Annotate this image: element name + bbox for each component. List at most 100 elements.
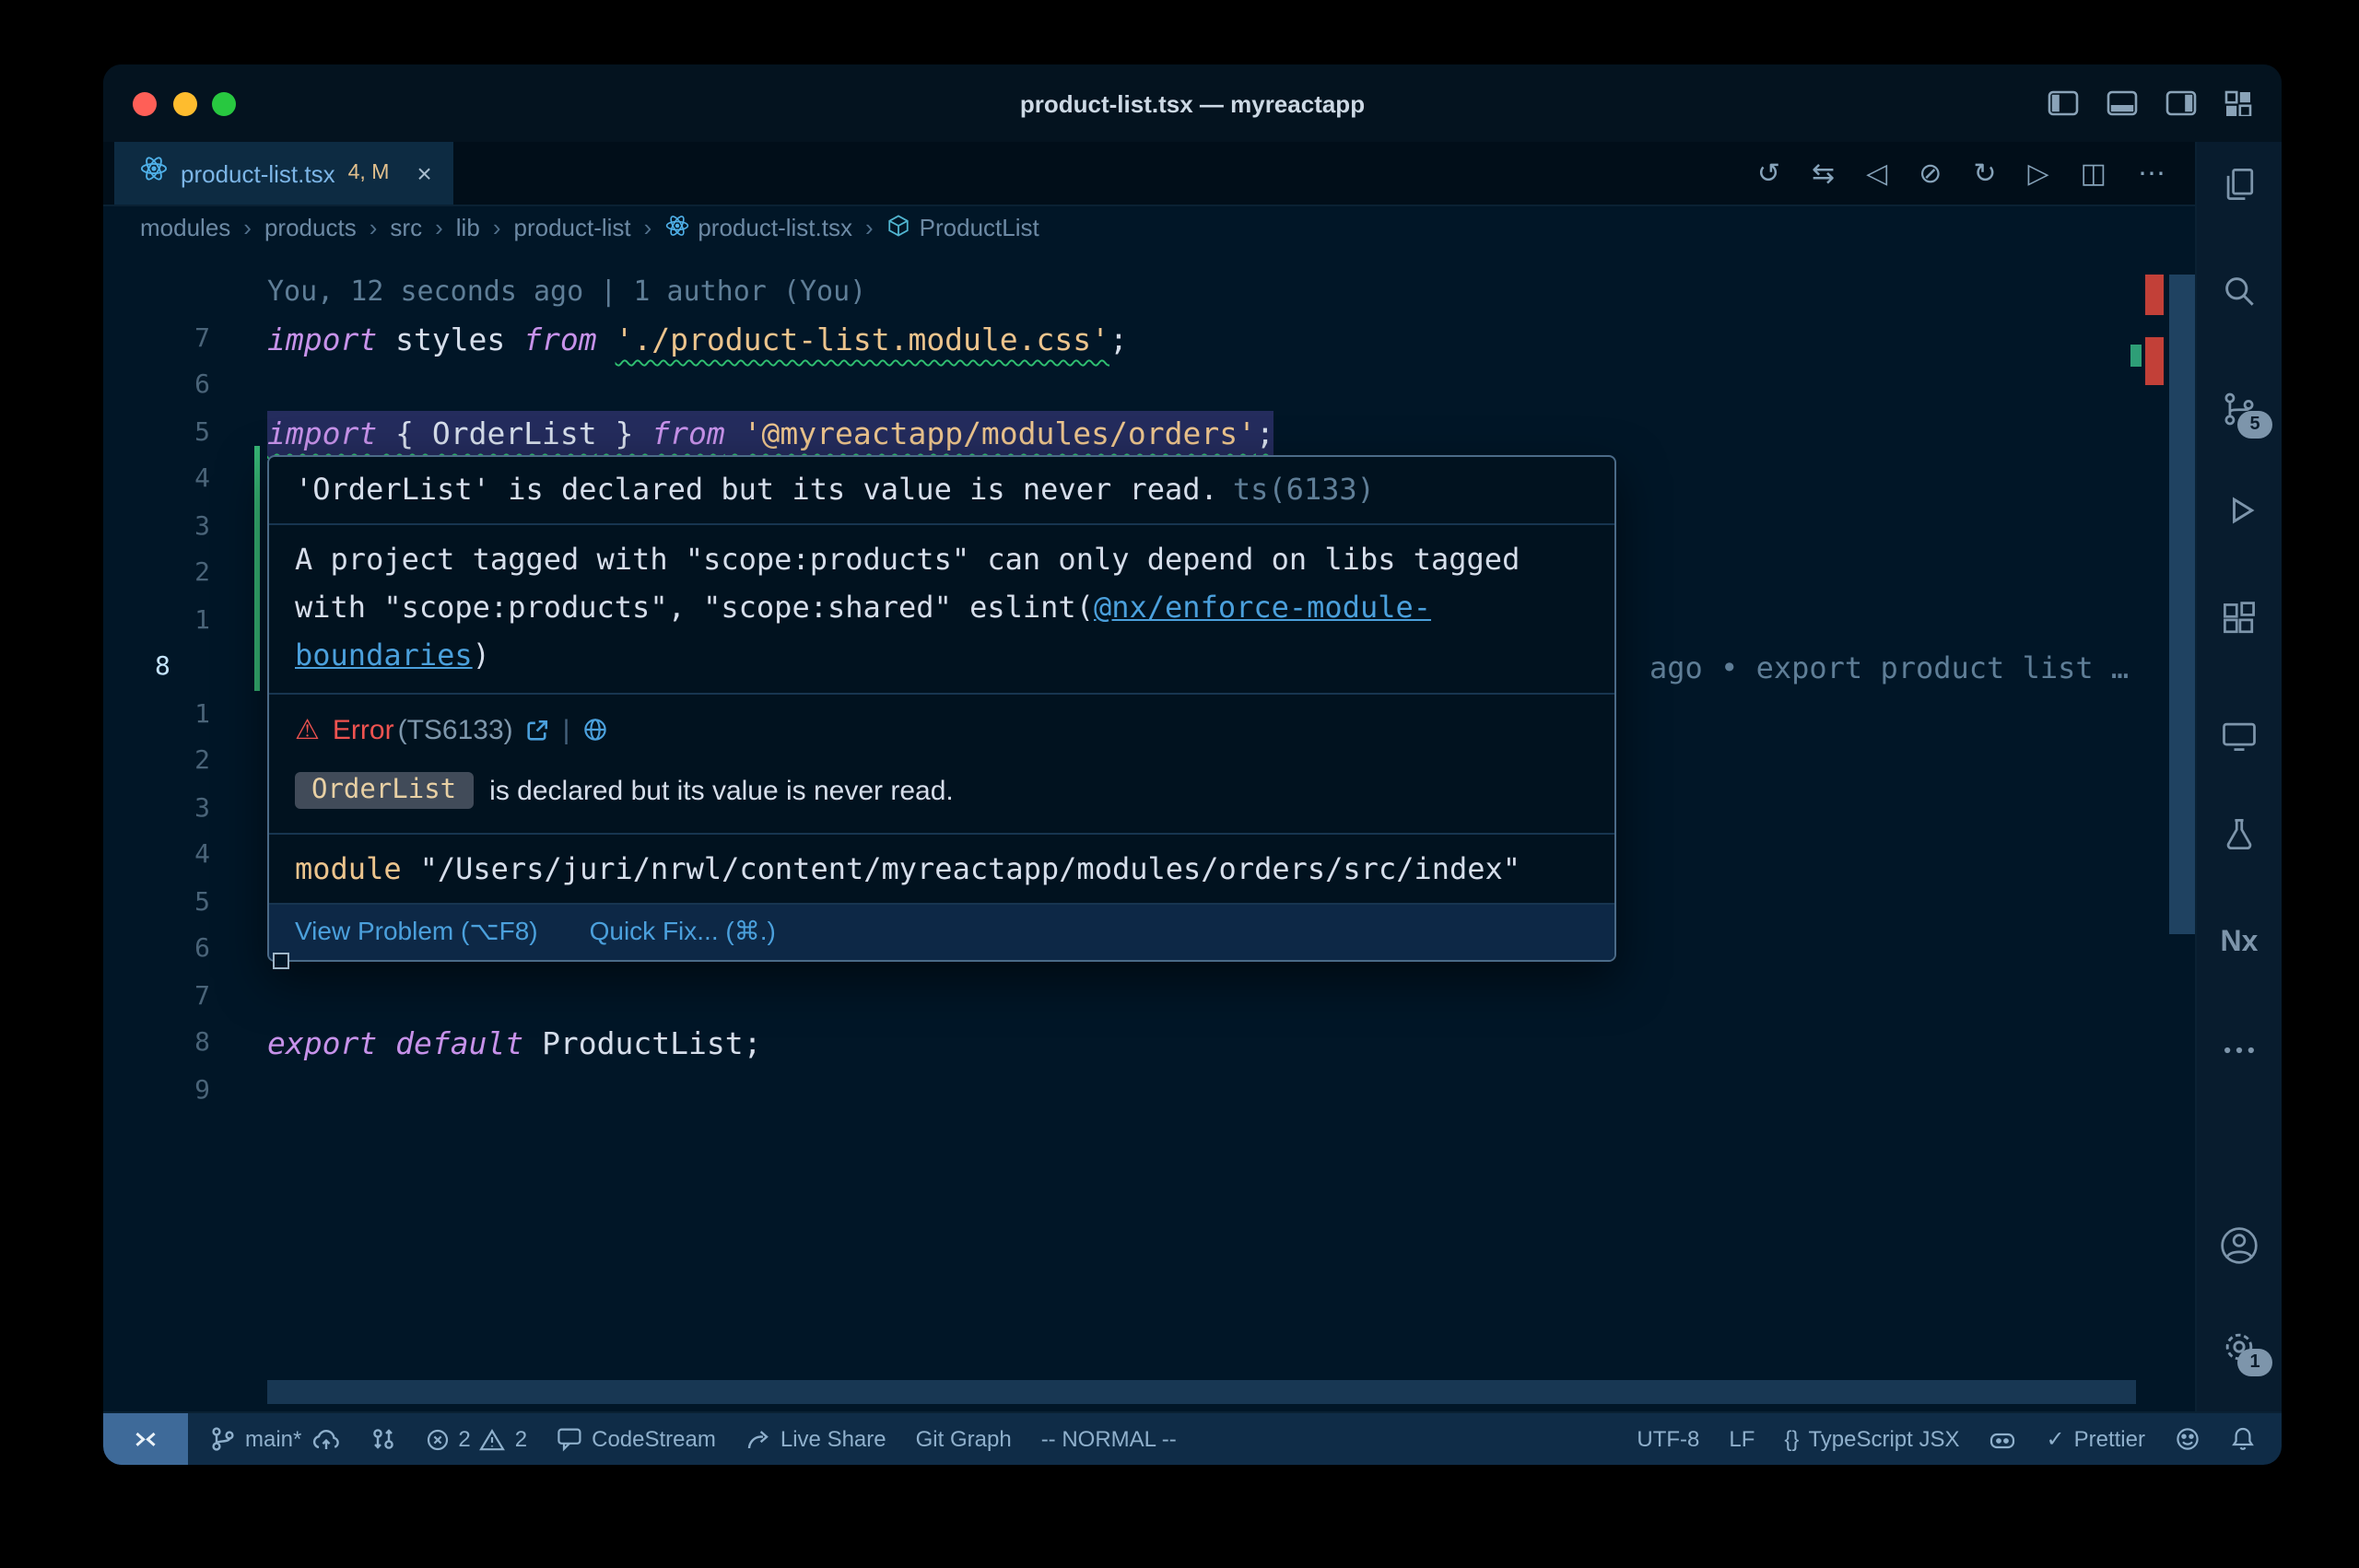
eol-label: LF (1729, 1426, 1755, 1452)
breadcrumb-item-modules[interactable]: modules (140, 214, 230, 241)
ruler-change-mark (2130, 345, 2142, 367)
code-content: export default ProductList; (267, 1021, 762, 1068)
previous-change-button[interactable]: ◁ (1866, 159, 1887, 187)
sync-changes-button[interactable]: ↻ (1973, 159, 1996, 187)
git-graph-item[interactable]: Git Graph (916, 1426, 1012, 1452)
tab-product-list[interactable]: product-list.tsx 4, M × (114, 142, 454, 205)
notifications-button[interactable] (2230, 1426, 2256, 1452)
tab-problems-badge: 4, M (348, 162, 390, 184)
breadcrumb-item-products[interactable]: products (264, 214, 357, 241)
traffic-close-button[interactable] (133, 91, 157, 115)
explorer-button[interactable] (2219, 164, 2259, 205)
breadcrumb-item-product-list[interactable]: product-list (514, 214, 631, 241)
split-editor-button[interactable]: ◫ (2081, 159, 2107, 187)
blame-row[interactable]: You, 12 seconds ago | 1 author (You) (103, 269, 2195, 316)
desktop: product-list.tsx — myreactapp product-li… (0, 0, 2359, 1568)
line-number: 1 (129, 692, 210, 739)
discard-changes-button[interactable]: ⊘ (1919, 159, 1942, 187)
breadcrumb-separator: › (865, 214, 874, 241)
breadcrumb-separator: › (644, 214, 652, 241)
settings-button[interactable]: 1 (2219, 1327, 2259, 1367)
breadcrumb-item-symbol[interactable]: ProductList (886, 213, 1039, 242)
remote-indicator[interactable] (103, 1413, 188, 1465)
live-share-icon (745, 1426, 771, 1452)
codestream-comment-icon (557, 1426, 582, 1452)
code-line[interactable]: 8export default ProductList; (103, 1021, 2195, 1068)
codestream-item[interactable]: CodeStream (557, 1426, 716, 1452)
copilot-button[interactable] (1989, 1427, 2017, 1451)
layout-panel-icon[interactable] (2107, 90, 2138, 116)
search-button[interactable] (2219, 271, 2259, 311)
popup-resize-handle[interactable] (273, 953, 289, 969)
breadcrumb-separator: › (493, 214, 501, 241)
diagnostic-code: ts(6133) (1233, 472, 1375, 507)
breadcrumb-item-lib[interactable]: lib (456, 214, 480, 241)
feedback-button[interactable] (2175, 1426, 2201, 1452)
nx-console-button[interactable]: Nx (2221, 927, 2259, 960)
language-item[interactable]: {} TypeScript JSX (1784, 1426, 1959, 1452)
tab-label: product-list.tsx (181, 159, 335, 187)
traffic-zoom-button[interactable] (212, 91, 236, 115)
warnings-count: 2 (515, 1426, 527, 1452)
breadcrumb-item-file[interactable]: product-list.tsx (664, 213, 852, 242)
source-control-button[interactable]: 5 (2219, 389, 2259, 429)
prettier-item[interactable]: ✓ Prettier (2047, 1426, 2146, 1452)
view-problem-link[interactable]: View Problem (⌥F8) (295, 916, 538, 947)
code-line[interactable]: 6 (103, 363, 2195, 410)
problems-item[interactable]: 2 2 (425, 1426, 527, 1452)
account-button[interactable] (2219, 1225, 2259, 1266)
symbol-chip: OrderList (295, 772, 473, 809)
check-icon: ✓ (2047, 1426, 2065, 1452)
language-label: TypeScript JSX (1808, 1426, 1959, 1452)
encoding-item[interactable]: UTF-8 (1637, 1426, 1699, 1452)
diagnostic-message: 'OrderList' is declared but its value is… (295, 472, 1218, 507)
code-content: import styles from './product-list.modul… (267, 316, 1128, 363)
run-file-button[interactable]: ▷ (2028, 159, 2049, 187)
tab-close-button[interactable]: × (417, 158, 431, 188)
git-branch-item[interactable]: main* (210, 1426, 340, 1452)
rule-docs-globe-icon[interactable] (582, 717, 608, 743)
editor-pane[interactable]: You, 12 seconds ago | 1 author (You)7imp… (103, 249, 2195, 1411)
traffic-minimize-button[interactable] (172, 91, 196, 115)
vim-mode-indicator: -- NORMAL -- (1041, 1426, 1177, 1452)
breadcrumb: modules › products › src › lib › product… (103, 206, 2195, 249)
line-number: 5 (129, 410, 210, 457)
layout-customize-icon[interactable] (2224, 90, 2252, 116)
errors-icon (425, 1427, 449, 1451)
quick-fix-link[interactable]: Quick Fix... (⌘.) (590, 916, 776, 947)
layout-sidebar-right-icon[interactable] (2165, 90, 2197, 116)
code-line[interactable]: 7 (103, 974, 2195, 1021)
breadcrumb-item-src[interactable]: src (390, 214, 422, 241)
source-control-graph-button[interactable] (370, 1426, 395, 1452)
horizontal-scrollbar-thumb[interactable] (267, 1380, 2136, 1404)
code-line[interactable]: 5import { OrderList } from '@myreactapp/… (103, 410, 2195, 457)
nx-console-icon-sub: x (2242, 927, 2259, 958)
run-debug-button[interactable] (2219, 490, 2259, 531)
live-share-item[interactable]: Live Share (745, 1426, 886, 1452)
layout-sidebar-left-icon[interactable] (2048, 90, 2079, 116)
live-share-label: Live Share (780, 1426, 886, 1452)
more-actions-button[interactable]: ⋯ (2138, 159, 2165, 187)
code-line[interactable]: 9 (103, 1068, 2195, 1115)
ruler-error-mark (2145, 275, 2164, 315)
breadcrumb-separator: › (243, 214, 252, 241)
breadcrumb-file-label: product-list.tsx (698, 214, 852, 241)
symbol-class-icon (886, 213, 910, 242)
testing-button[interactable] (2219, 814, 2259, 855)
line-number (129, 269, 210, 316)
eol-item[interactable]: LF (1729, 1426, 1755, 1452)
titlebar[interactable]: product-list.tsx — myreactapp (103, 64, 2282, 142)
timeline-button[interactable]: ↺ (1757, 159, 1780, 187)
breadcrumb-separator: › (435, 214, 443, 241)
open-error-docs-icon[interactable] (526, 718, 550, 742)
code-line[interactable]: 7import styles from './product-list.modu… (103, 316, 2195, 363)
settings-badge: 1 (2237, 1349, 2272, 1376)
pipe-separator: | (563, 714, 570, 745)
remote-explorer-button[interactable] (2219, 715, 2259, 755)
extensions-button[interactable] (2219, 599, 2259, 639)
more-views-button[interactable] (2219, 1030, 2259, 1071)
vertical-scrollbar-thumb[interactable] (2169, 275, 2195, 934)
line-number: 8 (129, 645, 210, 692)
compare-changes-button[interactable]: ⇆ (1812, 159, 1835, 187)
line-number: 3 (129, 786, 210, 833)
